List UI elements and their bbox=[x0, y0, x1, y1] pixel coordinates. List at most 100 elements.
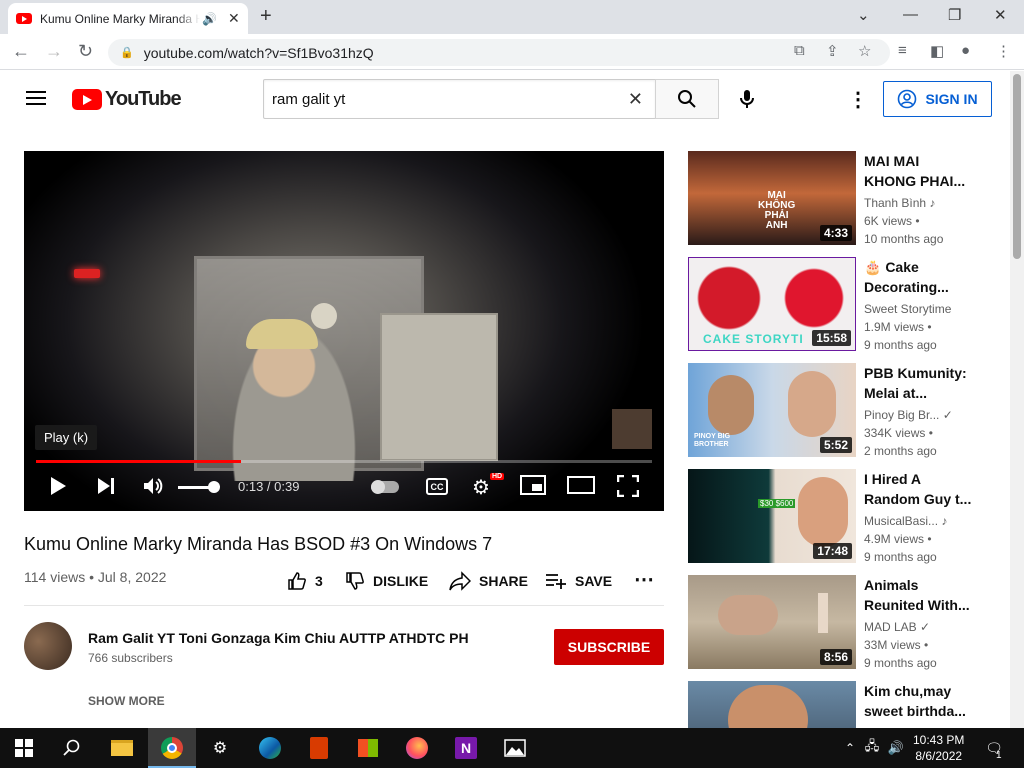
recommendation-channel[interactable]: MusicalBasi... ♪ bbox=[864, 514, 947, 528]
video-duration: 17:48 bbox=[813, 543, 852, 559]
new-tab-button[interactable]: + bbox=[260, 5, 272, 28]
recommendation-channel[interactable]: Pinoy Big Br... ✓ bbox=[864, 408, 953, 422]
file-explorer-icon[interactable] bbox=[110, 736, 134, 760]
search-button[interactable] bbox=[655, 79, 719, 119]
miniplayer-icon[interactable] bbox=[520, 475, 546, 501]
taskbar-clock[interactable]: 10:43 PM 8/6/2022 bbox=[913, 732, 964, 764]
hamburger-menu-icon[interactable] bbox=[26, 91, 46, 105]
tab-search-icon[interactable]: ⌄ bbox=[857, 6, 870, 24]
channel-watermark[interactable] bbox=[612, 409, 652, 449]
search-icon[interactable] bbox=[60, 736, 84, 760]
video-thumbnail[interactable] bbox=[688, 681, 856, 728]
volume-icon[interactable] bbox=[142, 475, 164, 503]
youtube-favicon-icon bbox=[16, 13, 32, 24]
back-icon[interactable]: ← bbox=[12, 41, 30, 62]
lock-icon[interactable]: 🔒 bbox=[120, 46, 134, 59]
recommendation-item[interactable]: CAKE STORYTI 15:58 🎂 Cake Decorating... … bbox=[688, 257, 988, 353]
open-in-app-icon[interactable]: ⧉ bbox=[794, 42, 805, 59]
recommendation-title[interactable]: 🎂 Cake Decorating... bbox=[864, 257, 974, 297]
show-hidden-icons-icon[interactable]: ⌃ bbox=[838, 736, 862, 760]
video-thumbnail[interactable]: MAI KHÔNG PHẢI ANH 4:33 bbox=[688, 151, 856, 245]
subscribe-button[interactable]: SUBSCRIBE bbox=[554, 629, 664, 665]
progress-bar[interactable] bbox=[36, 460, 652, 463]
youtube-logo[interactable]: YouTube bbox=[72, 88, 182, 111]
store-icon[interactable] bbox=[356, 736, 380, 760]
windows-taskbar: ⚙ N ⌃ 🖧 🔊 10:43 PM 8/6/2022 🗨 1 bbox=[0, 728, 1024, 768]
autoplay-toggle[interactable] bbox=[371, 480, 399, 494]
channel-avatar[interactable] bbox=[24, 622, 72, 670]
settings-gear-icon[interactable]: ⚙ bbox=[208, 736, 232, 760]
address-bar[interactable]: 🔒 youtube.com/watch?v=Sf1Bvo31hzQ bbox=[108, 39, 890, 66]
account-icon bbox=[898, 89, 917, 109]
windows-start-icon[interactable] bbox=[12, 736, 36, 760]
dislike-button[interactable]: DISLIKE bbox=[345, 571, 428, 591]
recommendation-title[interactable]: MAI MAI KHONG PHAI... bbox=[864, 151, 974, 191]
settings-more-icon[interactable]: ⋮ bbox=[848, 87, 868, 112]
search-input[interactable]: ram galit yt ✕ bbox=[263, 79, 656, 119]
restore-button[interactable]: ❐ bbox=[948, 6, 961, 24]
channel-name[interactable]: Ram Galit YT Toni Gonzaga Kim Chiu AUTTP… bbox=[88, 630, 469, 646]
recommendation-channel[interactable]: Thanh Bình ♪ bbox=[864, 196, 935, 210]
browser-menu-icon[interactable]: ⋮ bbox=[996, 42, 1011, 60]
close-window-button[interactable]: ✕ bbox=[994, 6, 1007, 24]
show-more-button[interactable]: SHOW MORE bbox=[88, 694, 165, 708]
office-icon[interactable] bbox=[307, 736, 331, 760]
profile-icon[interactable]: ● bbox=[961, 42, 970, 59]
scrollbar-thumb[interactable] bbox=[1013, 74, 1021, 259]
voice-search-button[interactable] bbox=[735, 87, 759, 116]
like-button[interactable]: 3 bbox=[287, 571, 323, 591]
video-thumbnail[interactable]: CAKE STORYTI 15:58 bbox=[688, 257, 856, 351]
recommendation-title[interactable]: Kim chu,may sweet birthda... bbox=[864, 681, 974, 721]
save-label: SAVE bbox=[575, 573, 613, 589]
video-scene-cap bbox=[246, 319, 318, 349]
recommendation-item[interactable]: 8:56 Animals Reunited With... MAD LAB ✓ … bbox=[688, 575, 988, 671]
share-page-icon[interactable]: ⇪ bbox=[826, 42, 839, 60]
close-tab-icon[interactable]: ✕ bbox=[228, 10, 240, 27]
sign-in-button[interactable]: SIGN IN bbox=[883, 81, 992, 117]
edge-icon[interactable] bbox=[258, 736, 282, 760]
photos-icon[interactable] bbox=[503, 736, 527, 760]
bookmark-star-icon[interactable]: ☆ bbox=[858, 42, 871, 60]
recommendation-title[interactable]: I Hired A Random Guy t... bbox=[864, 469, 974, 509]
firefox-icon[interactable] bbox=[405, 736, 429, 760]
recommendation-item[interactable]: Kim chu,may sweet birthda... bbox=[688, 681, 988, 728]
reload-icon[interactable]: ↻ bbox=[78, 41, 93, 62]
recommendation-title[interactable]: PBB Kumunity: Melai at... bbox=[864, 363, 974, 403]
share-button[interactable]: SHARE bbox=[449, 571, 528, 591]
chrome-icon[interactable] bbox=[160, 736, 184, 760]
save-button[interactable]: SAVE bbox=[545, 571, 612, 591]
time-display: 0:13 / 0:39 bbox=[238, 479, 300, 494]
forward-icon[interactable]: → bbox=[45, 41, 63, 62]
recommendation-views: 334K views • bbox=[864, 426, 933, 440]
recommendation-channel[interactable]: Sweet Storytime bbox=[864, 302, 951, 316]
network-icon[interactable]: 🖧 bbox=[860, 736, 884, 760]
thumbnail-text: PINOY BIG BROTHER bbox=[694, 433, 731, 448]
next-icon[interactable] bbox=[96, 475, 116, 503]
video-thumbnail[interactable]: 8:56 bbox=[688, 575, 856, 669]
recommendation-item[interactable]: MAI KHÔNG PHẢI ANH 4:33 MAI MAI KHONG PH… bbox=[688, 151, 988, 247]
subtitles-button[interactable]: CC bbox=[426, 478, 448, 495]
more-actions-icon[interactable]: ⋯ bbox=[634, 567, 654, 592]
theater-mode-icon[interactable] bbox=[567, 475, 595, 501]
video-thumbnail[interactable]: $30 $600 17:48 bbox=[688, 469, 856, 563]
audio-playing-icon[interactable]: 🔊 bbox=[202, 12, 220, 26]
play-icon[interactable] bbox=[48, 475, 68, 503]
recommendation-item[interactable]: $30 $600 17:48 I Hired A Random Guy t...… bbox=[688, 469, 988, 565]
fullscreen-icon[interactable] bbox=[616, 474, 640, 503]
recommendation-channel[interactable]: MAD LAB ✓ bbox=[864, 620, 930, 634]
onenote-icon[interactable]: N bbox=[454, 736, 478, 760]
side-panel-icon[interactable]: ◧ bbox=[930, 42, 944, 60]
video-thumbnail[interactable]: PINOY BIG BROTHER 5:52 bbox=[688, 363, 856, 457]
clear-search-icon[interactable]: ✕ bbox=[628, 89, 643, 110]
media-controls-icon[interactable]: ≡ bbox=[898, 42, 907, 59]
recommendation-title[interactable]: Animals Reunited With... bbox=[864, 575, 974, 615]
browser-tab[interactable]: Kumu Online Marky Miranda Has BSOD #3 On… bbox=[8, 3, 248, 34]
settings-gear-icon[interactable]: ⚙ bbox=[472, 475, 490, 500]
video-player[interactable]: Play (k) 0:13 / 0:39 CC ⚙ HD bbox=[24, 151, 664, 511]
recommendation-item[interactable]: PINOY BIG BROTHER 5:52 PBB Kumunity: Mel… bbox=[688, 363, 988, 459]
speaker-icon[interactable]: 🔊 bbox=[884, 736, 908, 760]
volume-handle[interactable] bbox=[208, 481, 220, 493]
notifications-icon[interactable]: 🗨 bbox=[982, 736, 1006, 760]
minimize-button[interactable]: — bbox=[903, 6, 918, 23]
page-scrollbar[interactable] bbox=[1010, 71, 1024, 728]
